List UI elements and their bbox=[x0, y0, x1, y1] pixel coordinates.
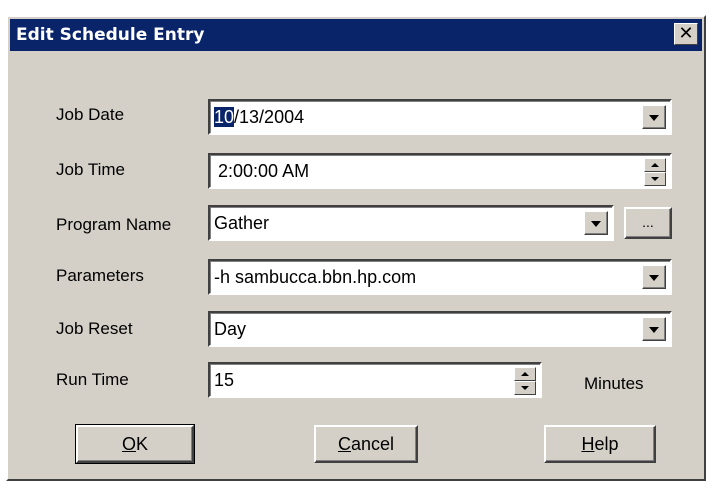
edit-schedule-entry-dialog: Edit Schedule Entry ✕ Job Date 10/13/200… bbox=[6, 15, 706, 481]
program-name-select[interactable]: Gather bbox=[208, 205, 614, 241]
job-date-value: 10/13/2004 bbox=[214, 101, 304, 133]
job-time-spinner[interactable] bbox=[644, 158, 666, 186]
job-date-rest: /13/2004 bbox=[234, 107, 305, 127]
help-button[interactable]: Help bbox=[544, 425, 656, 463]
job-reset-select[interactable]: Day bbox=[208, 311, 672, 347]
job-reset-dropdown-button[interactable] bbox=[642, 317, 666, 341]
dialog-title: Edit Schedule Entry bbox=[16, 25, 205, 45]
ok-button[interactable]: OK bbox=[75, 424, 195, 464]
job-date-picker[interactable]: 10/13/2004 bbox=[208, 99, 672, 135]
job-time-input[interactable]: 2:00:00 AM bbox=[208, 153, 672, 189]
job-date-month-selected: 10 bbox=[214, 107, 235, 127]
spin-down-icon[interactable] bbox=[644, 172, 666, 186]
browse-program-button[interactable]: ... bbox=[624, 207, 672, 239]
close-icon: ✕ bbox=[678, 23, 694, 44]
title-bar: Edit Schedule Entry ✕ bbox=[10, 19, 702, 51]
parameters-dropdown-button[interactable] bbox=[642, 265, 666, 289]
cancel-button[interactable]: Cancel bbox=[314, 425, 418, 463]
program-name-value: Gather bbox=[214, 213, 270, 233]
ok-mnemonic: O bbox=[121, 434, 136, 454]
close-button[interactable]: ✕ bbox=[674, 23, 698, 45]
job-reset-label: Job Reset bbox=[56, 319, 133, 338]
run-time-label: Run Time bbox=[56, 370, 129, 389]
help-label-rest: elp bbox=[594, 434, 619, 454]
run-time-spinner[interactable] bbox=[514, 367, 536, 395]
cancel-label-rest: ancel bbox=[350, 434, 395, 454]
parameters-select[interactable]: -h sambucca.bbn.hp.com bbox=[208, 259, 672, 295]
program-name-dropdown-button[interactable] bbox=[584, 211, 608, 235]
job-reset-value: Day bbox=[214, 319, 247, 339]
cancel-mnemonic: C bbox=[337, 434, 351, 454]
parameters-value: -h sambucca.bbn.hp.com bbox=[214, 267, 417, 287]
job-date-dropdown-button[interactable] bbox=[642, 105, 666, 129]
spin-up-icon[interactable] bbox=[644, 158, 666, 172]
help-mnemonic: H bbox=[581, 434, 595, 454]
job-time-value: 2:00:00 AM bbox=[218, 161, 310, 181]
ok-label-rest: K bbox=[136, 434, 149, 454]
spin-down-icon[interactable] bbox=[514, 381, 536, 395]
run-time-value: 15 bbox=[214, 370, 235, 390]
run-time-input[interactable]: 15 bbox=[208, 362, 542, 398]
program-name-label: Program Name bbox=[56, 215, 172, 234]
spin-up-icon[interactable] bbox=[514, 367, 536, 381]
job-time-label: Job Time bbox=[56, 160, 125, 179]
parameters-label: Parameters bbox=[56, 266, 144, 285]
run-time-unit: Minutes bbox=[584, 374, 644, 393]
job-date-label: Job Date bbox=[56, 105, 125, 124]
